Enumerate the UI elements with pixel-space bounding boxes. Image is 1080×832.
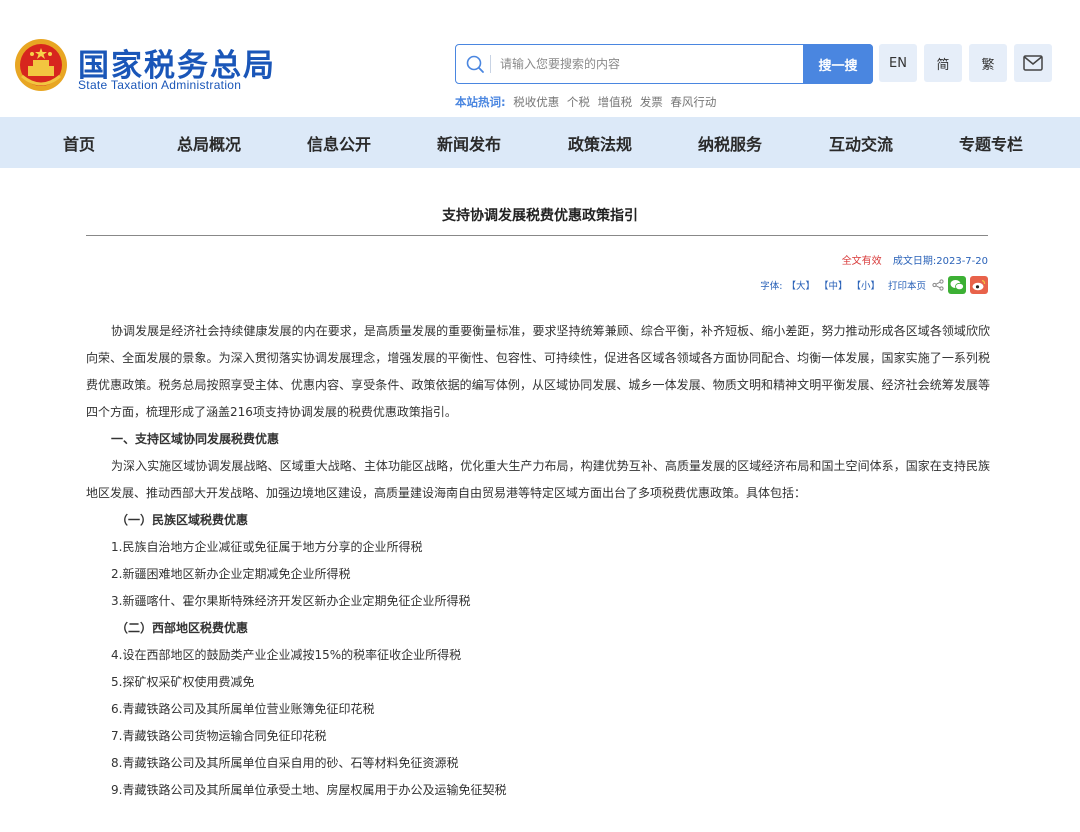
hot-word-link[interactable]: 发票 <box>640 95 663 109</box>
nav-item-tax-service[interactable]: 纳税服务 <box>698 131 762 155</box>
nav-item-home[interactable]: 首页 <box>63 131 95 155</box>
site-header: 国家税务总局 State Taxation Administration 搜一搜… <box>0 0 1080 117</box>
share-icon[interactable] <box>932 279 944 291</box>
policy-item: 2.新疆困难地区新办企业定期减免企业所得税 <box>111 567 351 581</box>
policy-item: 5.探矿权采矿权使用费减免 <box>111 675 255 689</box>
wechat-share-icon[interactable] <box>948 276 966 294</box>
section-heading: 一、支持区域协同发展税费优惠 <box>111 432 280 446</box>
policy-item: 4.设在西部地区的鼓励类产业企业减按15%的税率征收企业所得税 <box>111 648 462 662</box>
lang-simplified-button[interactable]: 简 <box>924 44 962 82</box>
hot-words-label: 本站热词: <box>455 95 506 109</box>
font-size-label: 字体: <box>760 281 783 292</box>
article-meta: 全文有效 成文日期:2023-7-20 <box>842 252 988 267</box>
mail-button[interactable] <box>1014 44 1052 82</box>
title-divider <box>86 235 988 236</box>
hot-words: 本站热词: 税收优惠 个税 增值税 发票 春风行动 <box>455 94 716 110</box>
article-title: 支持协调发展税费优惠政策指引 <box>442 208 638 224</box>
mail-icon <box>1023 55 1043 71</box>
nav-item-info-disclosure[interactable]: 信息公开 <box>307 131 371 155</box>
policy-item: 6.青藏铁路公司及其所属单位营业账簿免征印花税 <box>111 702 375 716</box>
search-divider <box>490 55 491 73</box>
validity-status: 全文有效 <box>841 256 882 267</box>
hot-word-link[interactable]: 春风行动 <box>670 95 716 109</box>
font-small-button[interactable]: 【小】 <box>851 278 880 292</box>
article-body: 协调发展是经济社会持续健康发展的内在要求，是高质量发展的重要衡量标准，要求坚持统… <box>86 318 990 804</box>
policy-item: 1.民族自治地方企业减征或免征属于地方分享的企业所得税 <box>111 540 423 554</box>
hot-word-link[interactable]: 增值税 <box>598 95 633 109</box>
intro-paragraph: 协调发展是经济社会持续健康发展的内在要求，是高质量发展的重要衡量标准，要求坚持统… <box>86 324 990 419</box>
nav-item-policy[interactable]: 政策法规 <box>568 131 632 155</box>
search-input[interactable] <box>500 51 800 77</box>
nav-item-news[interactable]: 新闻发布 <box>437 131 501 155</box>
search-box: 搜一搜 <box>455 44 873 84</box>
font-medium-button[interactable]: 【中】 <box>819 278 848 292</box>
nav-item-overview[interactable]: 总局概况 <box>177 131 241 155</box>
lang-traditional-button[interactable]: 繁 <box>969 44 1007 82</box>
print-button[interactable]: 打印本页 <box>888 278 926 292</box>
article-tools: 字体: 【大】 【中】 【小】 打印本页 <box>756 276 988 294</box>
section-paragraph: 为深入实施区域协调发展战略、区域重大战略、主体功能区战略，优化重大生产力布局，构… <box>86 459 990 500</box>
issue-date: 成文日期:2023-7-20 <box>892 256 988 267</box>
nav-item-interaction[interactable]: 互动交流 <box>829 131 893 155</box>
subsection-heading: （二）西部地区税费优惠 <box>116 621 249 635</box>
national-emblem-logo[interactable] <box>14 38 68 92</box>
search-icon <box>466 55 484 73</box>
subsection-heading: （一）民族区域税费优惠 <box>116 513 249 527</box>
nav-item-special-topics[interactable]: 专题专栏 <box>959 131 1023 155</box>
font-large-button[interactable]: 【大】 <box>786 278 815 292</box>
lang-en-button[interactable]: EN <box>879 44 917 82</box>
site-title-en[interactable]: State Taxation Administration <box>78 78 241 92</box>
hot-word-link[interactable]: 税收优惠 <box>513 95 559 109</box>
policy-item: 3.新疆喀什、霍尔果斯特殊经济开发区新办企业定期免征企业所得税 <box>111 594 471 608</box>
main-nav: 首页 总局概况 信息公开 新闻发布 政策法规 纳税服务 互动交流 专题专栏 <box>0 117 1080 168</box>
weibo-share-icon[interactable] <box>970 276 988 294</box>
policy-item: 7.青藏铁路公司货物运输合同免征印花税 <box>111 729 327 743</box>
search-button[interactable]: 搜一搜 <box>803 44 873 84</box>
policy-item: 9.青藏铁路公司及其所属单位承受土地、房屋权属用于办公及运输免征契税 <box>111 783 507 797</box>
hot-word-link[interactable]: 个税 <box>567 95 590 109</box>
policy-item: 8.青藏铁路公司及其所属单位自采自用的砂、石等材料免征资源税 <box>111 756 459 770</box>
